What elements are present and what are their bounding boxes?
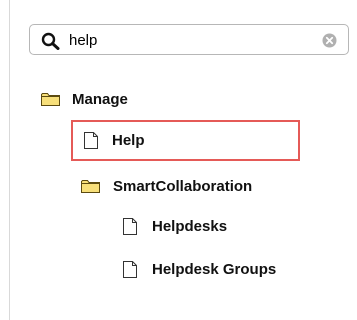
tree-item-smartcollaboration[interactable]: SmartCollaboration <box>81 174 252 198</box>
tree-item-label: Helpdesk Groups <box>152 260 277 278</box>
tree-item-label: Helpdesks <box>152 217 228 235</box>
search-box[interactable] <box>29 24 349 55</box>
tree-item-label: Manage <box>72 90 128 108</box>
tree-item-label: SmartCollaboration <box>113 177 253 195</box>
tree-item-helpdesk-groups[interactable]: Helpdesk Groups <box>123 257 276 281</box>
tree-item-help[interactable]: Help <box>84 128 145 152</box>
tree-item-manage[interactable]: Manage <box>41 87 128 111</box>
clear-search-icon[interactable] <box>322 33 337 48</box>
tree-item-helpdesks[interactable]: Helpdesks <box>123 214 227 238</box>
document-icon <box>84 131 98 149</box>
search-icon <box>41 32 60 50</box>
document-icon <box>123 260 137 278</box>
folder-icon <box>41 93 60 106</box>
search-input[interactable] <box>69 28 309 52</box>
tree-item-label: Help <box>112 131 145 149</box>
folder-icon <box>81 180 100 193</box>
document-icon <box>123 217 137 235</box>
